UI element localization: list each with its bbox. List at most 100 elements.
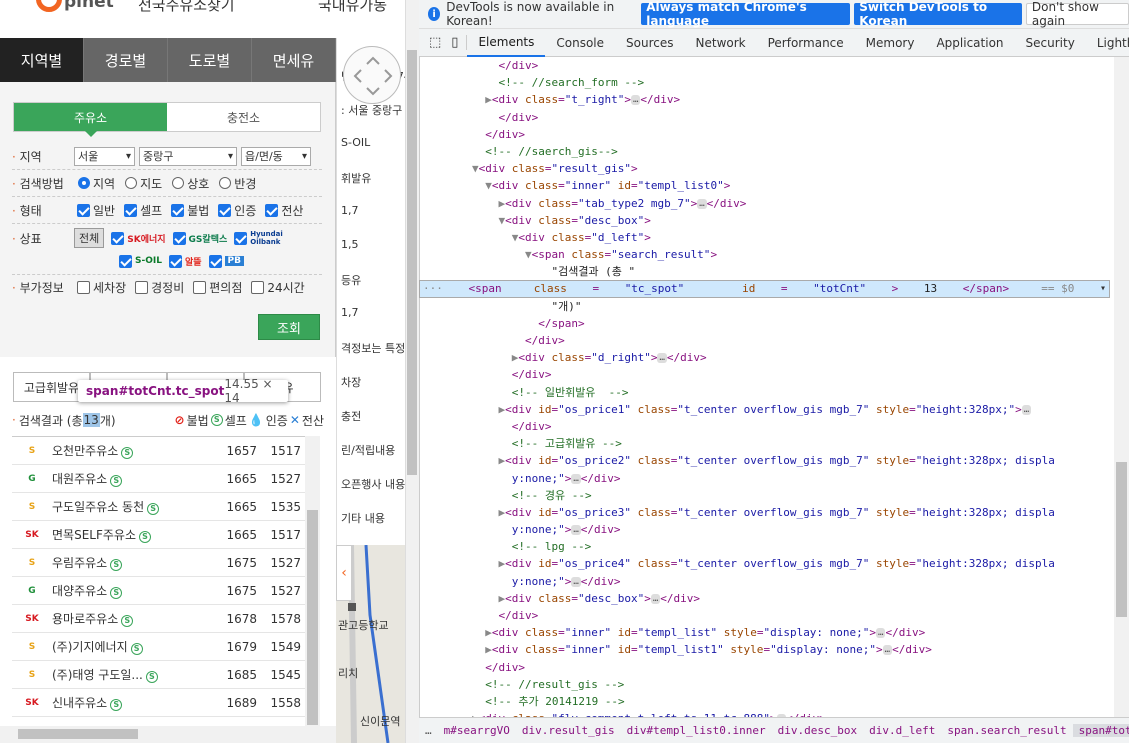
horizontal-scroll-thumb[interactable]: [18, 729, 138, 739]
station-name[interactable]: (주)태영 구도일... S: [52, 666, 207, 683]
dom-line[interactable]: ▶<div class="inner" id="templ_list" styl…: [419, 624, 1114, 641]
dom-line[interactable]: ▶<div class="inner" id="templ_list1" sty…: [419, 641, 1114, 658]
dom-line[interactable]: <!-- 경유 -->: [419, 487, 1114, 504]
station-name[interactable]: 용마로주유소 S: [52, 610, 207, 627]
station-name[interactable]: 대원주유소 S: [52, 470, 207, 487]
toggle-gas-station[interactable]: 주유소: [14, 103, 167, 137]
dom-line[interactable]: y:none;">… </div>: [419, 470, 1114, 487]
dom-line[interactable]: ▶<div class="tab_type2 mgb_7">… </div>: [419, 195, 1114, 212]
type-certified-checkbox[interactable]: [218, 203, 232, 217]
logo-text[interactable]: pinet: [64, 0, 114, 12]
dom-line[interactable]: </div>: [419, 126, 1114, 143]
dom-line[interactable]: <!-- 고급휘발유 -->: [419, 435, 1114, 452]
extra-carwash-checkbox[interactable]: [77, 280, 90, 294]
tab-road[interactable]: 도로별: [168, 38, 252, 82]
station-name[interactable]: 구도일주유소 동천 S: [52, 498, 207, 515]
dom-line[interactable]: <!-- //search_form -->: [419, 74, 1114, 91]
page-scroll-thumb[interactable]: [407, 50, 417, 475]
breadcrumb-item[interactable]: m#searrgVO: [438, 724, 516, 737]
brand-pb-checkbox[interactable]: [208, 254, 222, 268]
list-scroll-thumb[interactable]: [307, 510, 318, 725]
station-row[interactable]: S 우림주유소 S 1675 1527: [12, 549, 305, 577]
sido-select[interactable]: 서울: [74, 146, 135, 166]
dom-line[interactable]: </div>: [419, 659, 1114, 676]
dom-line[interactable]: "검색결과 (총 ": [419, 263, 1114, 280]
tab-application[interactable]: Application: [925, 29, 1014, 57]
extra-24h-checkbox[interactable]: [251, 280, 265, 294]
station-name[interactable]: (주)기지에너지 S: [52, 638, 207, 655]
station-name[interactable]: 대양주유소 S: [52, 582, 207, 599]
method-region-radio[interactable]: [78, 177, 90, 189]
dom-line[interactable]: ▼<span class="search_result">: [419, 246, 1114, 263]
brand-hyundai-checkbox[interactable]: [234, 231, 248, 245]
brand-sk-checkbox[interactable]: [111, 231, 125, 245]
station-name[interactable]: 신내주유소 S: [52, 694, 207, 711]
method-map-radio[interactable]: [125, 177, 138, 189]
dom-line-selected[interactable]: ··· <span class = "tc_spot" id = "totCnt" >13…: [419, 280, 1110, 298]
map-pan-control[interactable]: [343, 46, 401, 104]
station-row[interactable]: SK 면목SELF주유소 S 1665 1517: [12, 521, 305, 549]
dom-tree-scrollbar[interactable]: [1114, 57, 1129, 717]
brand-soil-checkbox[interactable]: [119, 254, 132, 268]
dom-line[interactable]: <!-- lpg -->: [419, 538, 1114, 555]
dom-line[interactable]: <!-- //saerch_gis-->: [419, 143, 1114, 160]
type-illegal-checkbox[interactable]: [171, 203, 185, 217]
search-button[interactable]: 조회: [258, 314, 320, 340]
type-general-checkbox[interactable]: [77, 203, 90, 217]
station-row[interactable]: SK 용마로주유소 S 1678 1578: [12, 605, 305, 633]
dom-line[interactable]: ▶<div id="os_price2" class="t_center ove…: [419, 452, 1114, 469]
dom-line[interactable]: </div>: [419, 366, 1114, 383]
dom-line[interactable]: <!-- 일반휘발유 -->: [419, 384, 1114, 401]
dong-select[interactable]: 읍/면/동: [241, 146, 311, 166]
brand-altteul-checkbox[interactable]: [168, 254, 182, 268]
station-row[interactable]: SK 신내주유소 S 1689 1558: [12, 689, 305, 717]
tab-region[interactable]: 지역별: [0, 38, 84, 82]
tab-memory[interactable]: Memory: [855, 29, 926, 57]
station-row[interactable]: S 구도일주유소 동천 S 1665 1535: [12, 493, 305, 521]
dom-line[interactable]: y:none;">… </div>: [419, 521, 1114, 538]
sigungu-select[interactable]: 중랑구: [139, 146, 237, 166]
switch-to-korean-button[interactable]: Switch DevTools to Korean: [854, 0, 1022, 28]
breadcrumb-item[interactable]: div.result_gis: [516, 724, 621, 737]
dom-line[interactable]: </div>: [419, 332, 1114, 349]
device-toolbar-icon[interactable]: ▯: [447, 35, 468, 50]
extra-repair-checkbox[interactable]: [135, 280, 149, 294]
tab-security[interactable]: Security: [1015, 29, 1086, 57]
station-row[interactable]: S (주)기지에너지 S 1679 1549: [12, 633, 305, 661]
type-self-checkbox[interactable]: [124, 203, 138, 217]
breadcrumb-item[interactable]: div#templ_list0.inner: [621, 724, 772, 737]
breadcrumb-item[interactable]: div.desc_box: [772, 724, 863, 737]
dom-line[interactable]: ▼<div class="d_left">: [419, 229, 1114, 246]
dom-line[interactable]: "개)": [419, 298, 1114, 315]
dom-line[interactable]: ▶<div class="desc_box">… </div>: [419, 590, 1114, 607]
tab-performance[interactable]: Performance: [757, 29, 855, 57]
inspect-element-icon[interactable]: ⬚: [419, 35, 447, 50]
dom-line[interactable]: </div>: [419, 57, 1114, 74]
map-collapse-button[interactable]: ‹: [336, 545, 352, 601]
always-match-language-button[interactable]: Always match Chrome's language: [641, 0, 851, 28]
station-row[interactable]: G 대양주유소 S 1675 1527: [12, 577, 305, 605]
type-online-checkbox[interactable]: [265, 203, 279, 217]
dom-line[interactable]: </span>: [419, 315, 1114, 332]
tab-elements[interactable]: Elements: [467, 29, 546, 57]
dom-tree-scroll-thumb[interactable]: [1116, 462, 1127, 617]
dom-line[interactable]: ▶<div class="fly_comment t_left ts_11 tc…: [419, 710, 1114, 717]
tab-sources[interactable]: Sources: [615, 29, 684, 57]
top-menu-price[interactable]: 국내유가동: [318, 0, 387, 15]
dom-line[interactable]: ▼<div class="inner" id="templ_list0">: [419, 177, 1114, 194]
breadcrumb-item[interactable]: div.d_left: [863, 724, 941, 737]
dom-line[interactable]: </div>: [419, 607, 1114, 624]
dom-line[interactable]: <!-- 추가 20141219 -->: [419, 693, 1114, 710]
station-row[interactable]: S (주)태영 구도일... S 1685 1545: [12, 661, 305, 689]
breadcrumb-overflow[interactable]: …: [419, 724, 438, 737]
toggle-charging-station[interactable]: 충전소: [167, 103, 320, 131]
tab-route[interactable]: 경로별: [84, 38, 168, 82]
station-name[interactable]: 우림주유소 S: [52, 554, 207, 571]
dom-line[interactable]: </div>: [419, 109, 1114, 126]
brand-gs-checkbox[interactable]: [172, 231, 186, 245]
dom-line[interactable]: ▼<div class="desc_box">: [419, 212, 1114, 229]
station-name[interactable]: 오천만주유소 S: [52, 442, 207, 459]
extra-store-checkbox[interactable]: [193, 280, 207, 294]
tab-console[interactable]: Console: [545, 29, 615, 57]
method-name-radio[interactable]: [172, 177, 185, 189]
